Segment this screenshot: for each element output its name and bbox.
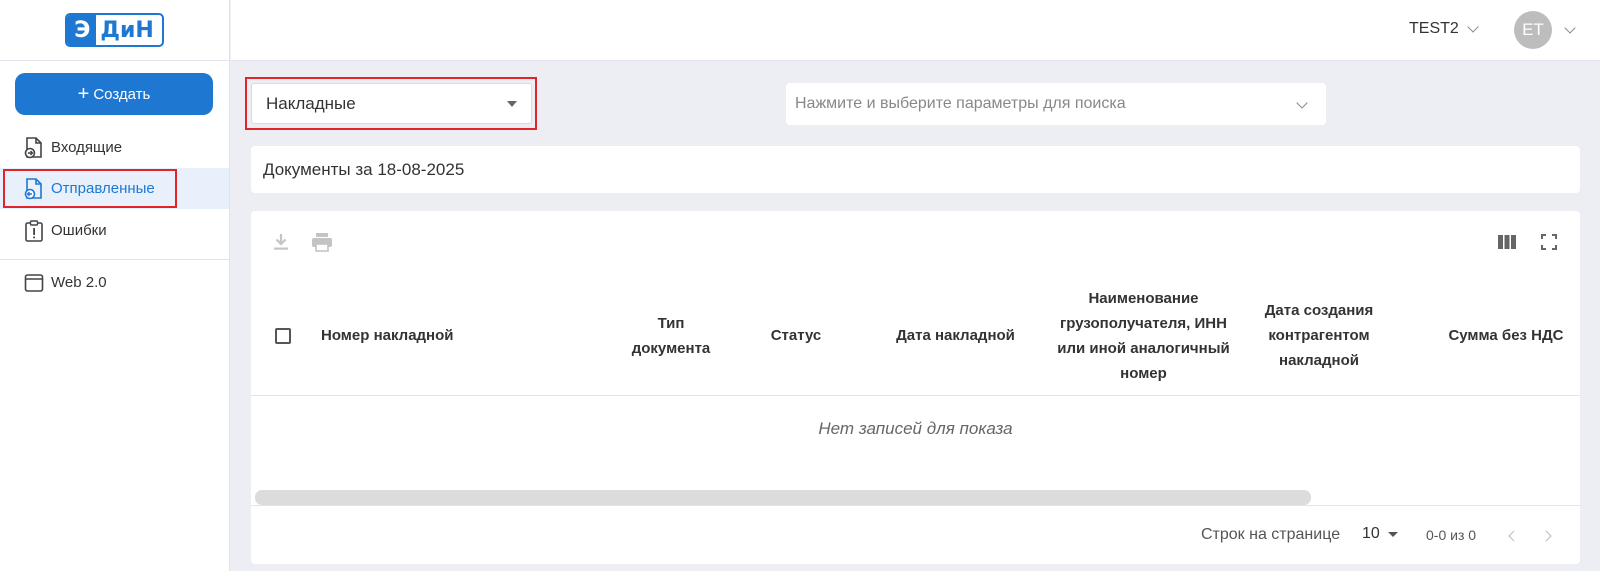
download-icon[interactable] <box>268 229 294 255</box>
column-header-invoice-date[interactable]: Дата накладной <box>893 275 1018 396</box>
pagination-range: 0-0 из 0 <box>1426 527 1477 543</box>
column-header-consignee[interactable]: Наименование грузополучателя, ИНН или ин… <box>1051 275 1236 396</box>
create-button-label: Создать <box>93 85 151 103</box>
top-bar: TEST2 ET <box>231 0 1600 61</box>
plus-icon: + <box>77 83 90 105</box>
rows-per-page-select[interactable]: 10 <box>1362 525 1398 543</box>
logo-part-2: ДиН <box>100 17 154 43</box>
dropdown-caret-icon <box>1387 531 1398 537</box>
chevron-down-icon <box>1564 21 1576 34</box>
rows-per-page-label: Строк на странице <box>1201 526 1341 543</box>
sidebar-item-label: Входящие <box>51 139 123 156</box>
user-menu[interactable]: ET <box>1514 11 1576 49</box>
column-header-created-date[interactable]: Дата создания контрагентом накладной <box>1264 275 1374 396</box>
sidebar-item-incoming[interactable]: Входящие <box>0 127 229 168</box>
sidebar: Э ДиН + Создать Входящие Отправленные Ош… <box>0 0 230 571</box>
documents-date-title: Документы за 18-08-2025 <box>251 146 1580 193</box>
error-clipboard-icon <box>24 219 44 242</box>
chevron-down-icon <box>1296 97 1308 109</box>
prev-page-button[interactable] <box>1501 525 1523 547</box>
fullscreen-icon[interactable] <box>1536 229 1562 255</box>
select-all-checkbox[interactable] <box>275 328 291 344</box>
logo[interactable]: Э ДиН <box>65 13 164 47</box>
search-placeholder: Нажмите и выберите параметры для поиска <box>795 95 1126 112</box>
document-type-select[interactable]: Накладные <box>251 83 532 124</box>
rows-per-page-value: 10 <box>1362 525 1380 542</box>
columns-icon[interactable] <box>1494 229 1520 255</box>
search-params-dropdown[interactable]: Нажмите и выберите параметры для поиска <box>786 83 1326 125</box>
column-header-status[interactable]: Статус <box>761 275 831 396</box>
sidebar-item-label: Web 2.0 <box>51 274 107 291</box>
empty-state-text: Нет записей для показа <box>818 419 1013 438</box>
sidebar-item-label: Отправленные <box>51 180 155 197</box>
sidebar-item-web2[interactable]: Web 2.0 <box>0 262 229 303</box>
logo-part-1: Э <box>67 15 97 45</box>
sidebar-item-label: Ошибки <box>51 222 107 239</box>
dropdown-caret-icon <box>507 101 517 107</box>
column-header-doc-type[interactable]: Тип документа <box>621 275 721 396</box>
sidebar-divider <box>0 259 229 260</box>
sidebar-item-errors[interactable]: Ошибки <box>0 210 229 251</box>
organization-selector[interactable]: TEST2 <box>1409 20 1479 38</box>
sidebar-item-sent[interactable]: Отправленные <box>0 168 229 209</box>
column-header-sum[interactable]: Сумма без НДС <box>1441 275 1571 396</box>
chevron-down-icon <box>1467 20 1479 33</box>
organization-name: TEST2 <box>1409 20 1459 37</box>
next-page-button[interactable] <box>1536 525 1558 547</box>
chevron-right-icon <box>1539 530 1552 542</box>
table-header: Номер накладной Тип документа Статус Дат… <box>251 275 1580 396</box>
logo-area: Э ДиН <box>0 0 229 61</box>
footer-divider <box>251 505 1580 506</box>
browser-window-icon <box>24 272 44 294</box>
print-icon[interactable] <box>309 229 335 255</box>
horizontal-scrollbar[interactable] <box>255 490 1311 505</box>
document-type-value: Накладные <box>266 93 356 113</box>
documents-table-card: Номер накладной Тип документа Статус Дат… <box>251 211 1580 564</box>
avatar: ET <box>1514 11 1552 49</box>
create-button[interactable]: + Создать <box>15 73 213 115</box>
incoming-document-icon <box>24 136 44 159</box>
chevron-left-icon <box>1507 530 1520 542</box>
sent-document-icon <box>24 177 44 200</box>
column-header-number[interactable]: Номер накладной <box>321 275 456 396</box>
